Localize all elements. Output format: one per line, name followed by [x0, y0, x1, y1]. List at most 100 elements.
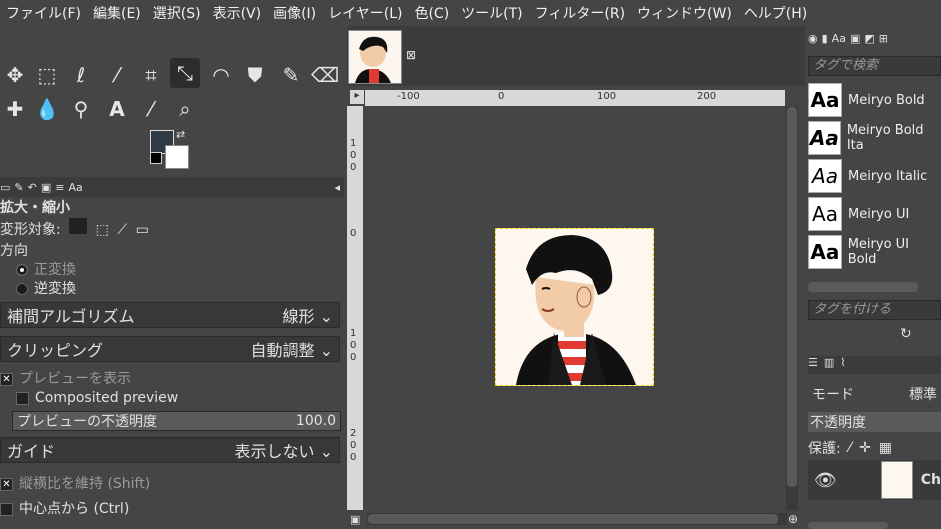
transform-layer-icon[interactable] — [69, 218, 88, 234]
warp-tool-icon[interactable]: ◠ — [206, 60, 236, 90]
brushes-tab-icon[interactable]: ≡ — [55, 181, 64, 194]
eraser-tool-icon[interactable]: ⌫ — [310, 60, 340, 90]
background-color-swatch[interactable] — [165, 145, 189, 169]
eye-visibility-icon[interactable]: 👁 — [814, 470, 837, 491]
quickmask-icon[interactable]: ▸ — [350, 90, 364, 104]
menu-file[interactable]: ファイル(F) — [0, 3, 87, 23]
font-item[interactable]: Aa Meiryo UI Bold — [808, 234, 941, 270]
layers-tab-icon[interactable]: ☰ — [808, 356, 818, 374]
font-tab-icon[interactable]: Aa — [832, 32, 846, 50]
fonts-hscrollbar[interactable] — [808, 282, 918, 292]
image-layer[interactable] — [495, 228, 654, 386]
lock-position-icon[interactable]: ✛ — [859, 440, 871, 456]
layer-row[interactable]: 👁 Ch — [808, 460, 941, 500]
font-item[interactable]: Aa Meiryo Bold Ita — [808, 120, 941, 156]
navigate-icon[interactable]: ⊕ — [788, 512, 798, 526]
ruler-tick: 1 — [350, 138, 357, 149]
normal-transform-label: 正変換 — [34, 262, 76, 278]
menu-view[interactable]: 表示(V) — [207, 3, 268, 23]
radio-on-icon — [16, 264, 28, 276]
channels-tab-icon[interactable]: ◩ — [864, 32, 874, 50]
patterns-tab-icon[interactable]: ⊞ — [879, 32, 888, 50]
menu-image[interactable]: 画像(I) — [267, 3, 322, 23]
transform-path-icon[interactable]: ⟋ — [117, 222, 127, 238]
zoom-tool-icon[interactable]: ⌕ — [170, 94, 200, 124]
lasso-tool-icon[interactable]: ℓ — [66, 60, 96, 90]
menu-tools[interactable]: ツール(T) — [455, 3, 528, 23]
font-item[interactable]: Aa Meiryo Italic — [808, 158, 941, 194]
text-tool-icon[interactable]: A — [102, 94, 132, 124]
layer-opacity-slider[interactable]: 不透明度 — [808, 412, 941, 432]
chevron-down-icon: ⌄ — [319, 442, 333, 461]
scroll-thumb[interactable] — [368, 514, 778, 524]
layers-hscrollbar[interactable] — [808, 522, 888, 529]
fuzzy-select-tool-icon[interactable]: ⁄ — [102, 60, 132, 90]
font-tag-assign[interactable]: タグを付ける — [808, 300, 941, 320]
font-item[interactable]: Aa Meiryo Bold — [808, 82, 941, 118]
vertical-scrollbar[interactable] — [786, 106, 798, 510]
device-status-tab-icon[interactable]: ✎ — [14, 181, 23, 194]
transform-image-icon[interactable]: ▭ — [136, 222, 149, 238]
close-tab-icon[interactable]: ⊠ — [406, 48, 416, 62]
paths-tool-icon[interactable]: ⚲ — [66, 94, 96, 124]
portrait-illustration — [496, 229, 653, 385]
menu-windows[interactable]: ウィンドウ(W) — [631, 3, 738, 23]
default-colors-icon[interactable] — [150, 152, 162, 164]
preview-opacity-slider[interactable]: プレビューの不透明度 100.0 — [12, 411, 341, 431]
font-sample: Aa — [808, 235, 842, 269]
font-item[interactable]: Aa Meiryo UI — [808, 196, 941, 232]
normal-transform-radio[interactable]: 正変換 — [16, 259, 360, 279]
heal-tool-icon[interactable]: ✚ — [0, 94, 30, 124]
lock-pixels-icon[interactable]: ⁄ — [849, 440, 851, 456]
undo-history-tab-icon[interactable]: ↶ — [28, 181, 37, 194]
menu-select[interactable]: 選択(S) — [147, 3, 207, 23]
clipping-select[interactable]: クリッピング 自動調整 ⌄ — [0, 336, 340, 362]
menu-help[interactable]: ヘルプ(H) — [738, 3, 813, 23]
scale-tool-icon[interactable]: ⤡ — [170, 58, 200, 88]
swap-colors-icon[interactable]: ⇄ — [176, 128, 185, 141]
color-picker-tool-icon[interactable]: ⁄ — [136, 94, 166, 124]
dock-menu-icon[interactable]: ◂ — [334, 181, 340, 194]
font-tag-search[interactable]: タグで検索 — [808, 56, 941, 76]
font-name: Meiryo Italic — [848, 168, 928, 184]
ruler-tick: 2 — [350, 428, 357, 439]
keep-aspect-checkbox[interactable]: ✕ 縦横比を維持 (Shift) — [0, 473, 344, 493]
lock-alpha-icon[interactable]: ▦ — [879, 440, 892, 456]
direction-label: 方向 — [0, 243, 28, 259]
scroll-thumb[interactable] — [787, 107, 797, 487]
guide-select[interactable]: ガイド 表示しない ⌄ — [0, 437, 340, 463]
fonts-tab-icon[interactable]: Aa — [68, 181, 82, 194]
rect-select-tool-icon[interactable]: ⬚ — [32, 60, 62, 90]
blur-tool-icon[interactable]: 💧 — [32, 94, 62, 124]
bucket-fill-tool-icon[interactable]: ⛊ — [240, 60, 270, 90]
channels-tab-icon[interactable]: ▥ — [824, 356, 834, 374]
refresh-icon[interactable]: ↻ — [900, 326, 912, 342]
gradient-tab-icon[interactable]: ▮ — [822, 32, 828, 50]
reverse-transform-radio[interactable]: 逆変換 — [16, 278, 360, 298]
composited-preview-label: Composited preview — [35, 390, 179, 406]
transform-selection-icon[interactable]: ⬚ — [96, 222, 109, 238]
tool-options-tab-icon[interactable]: ▭ — [0, 181, 10, 194]
menu-edit[interactable]: 編集(E) — [87, 3, 147, 23]
ruler-tick: 0 — [498, 91, 505, 102]
font-sample: Aa — [808, 83, 842, 117]
paths-tab-icon[interactable]: ⌇ — [840, 356, 845, 374]
brush-tab-icon[interactable]: ◉ — [808, 32, 818, 50]
menu-filters[interactable]: フィルター(R) — [529, 3, 631, 23]
toggle-quickmask-icon[interactable]: ▣ — [350, 513, 360, 526]
paintbrush-tool-icon[interactable]: ✎ — [276, 60, 306, 90]
menu-bar: ファイル(F) 編集(E) 選択(S) 表示(V) 画像(I) レイヤー(L) … — [0, 0, 941, 26]
crop-tool-icon[interactable]: ⌗ — [136, 60, 166, 90]
menu-color[interactable]: 色(C) — [408, 3, 455, 23]
image-tab-thumbnail[interactable] — [348, 30, 402, 84]
composited-preview-checkbox[interactable]: Composited preview — [16, 390, 360, 406]
move-tool-icon[interactable]: ✥ — [0, 60, 30, 90]
horizontal-scrollbar[interactable] — [367, 513, 787, 525]
images-tab-icon[interactable]: ▣ — [41, 181, 51, 194]
menu-layer[interactable]: レイヤー(L) — [322, 3, 408, 23]
image-tab-icon[interactable]: ▣ — [850, 32, 860, 50]
layer-mode-row[interactable]: モード 標準 — [808, 382, 941, 406]
interpolation-select[interactable]: 補間アルゴリズム 線形 ⌄ — [0, 302, 340, 328]
show-preview-checkbox[interactable]: ✕ プレビューを表示 — [0, 368, 344, 388]
from-center-checkbox[interactable]: 中心点から (Ctrl) — [0, 498, 344, 518]
